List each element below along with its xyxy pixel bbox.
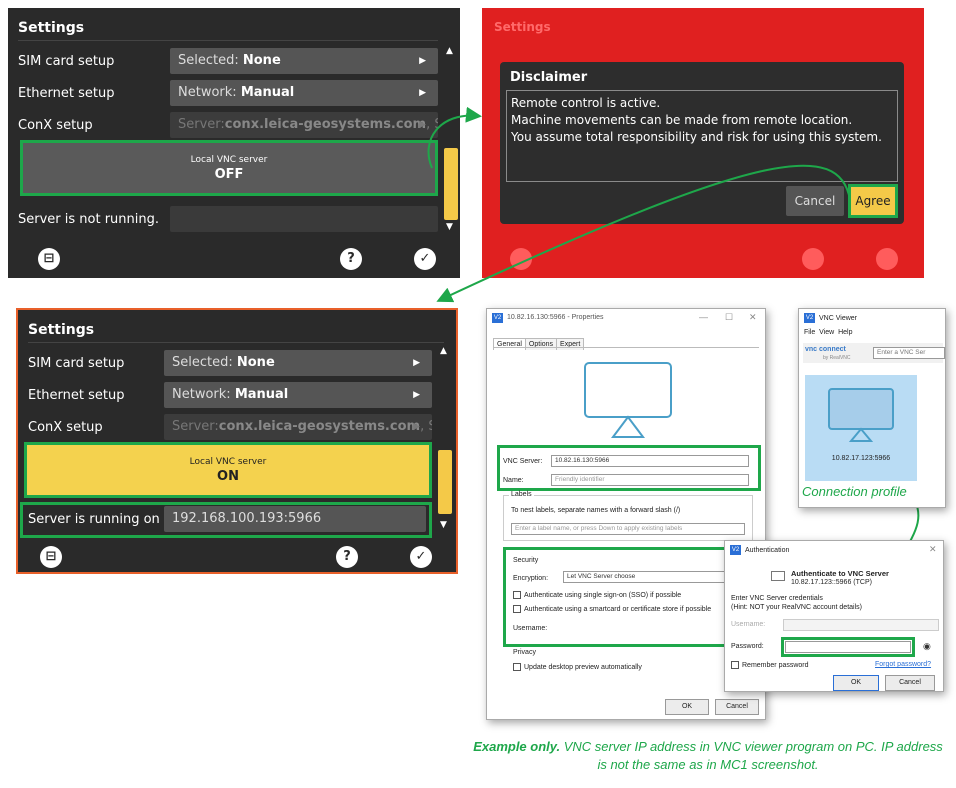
forgot-password-link[interactable]: Forgot password?	[875, 661, 931, 668]
auth-heading: Authenticate to VNC Server	[791, 569, 889, 578]
tab-divider	[493, 347, 759, 348]
security-heading: Security	[513, 557, 539, 564]
vnc-server-input[interactable]: 10.82.16.130:5966	[551, 455, 749, 467]
auth-hint: (Hint: NOT your RealVNC account details)	[731, 604, 862, 611]
password-input[interactable]	[785, 641, 911, 653]
minimize-icon[interactable]: —	[699, 312, 708, 322]
window-title: Authentication	[745, 547, 790, 554]
computer-icon	[771, 571, 785, 581]
show-password-icon[interactable]: ◉	[923, 641, 931, 652]
sso-checkbox[interactable]	[513, 591, 521, 599]
maximize-icon[interactable]: ☐	[725, 312, 733, 323]
privacy-heading: Privacy	[513, 649, 536, 656]
tab-general[interactable]: General	[493, 338, 526, 350]
preview-option[interactable]: Update desktop preview automatically	[513, 663, 642, 671]
tab-bar: General Options Expert	[493, 333, 585, 351]
monitor-icon	[828, 388, 894, 442]
labels-hint: To nest labels, separate names with a fo…	[511, 507, 681, 514]
remember-checkbox[interactable]	[731, 661, 739, 669]
remember-label: Remember password	[742, 661, 809, 669]
vnc-logo-icon: V2	[730, 545, 741, 555]
server-label: VNC Server:	[503, 458, 543, 465]
arrow-to-disclaimer	[427, 106, 482, 169]
username-input[interactable]	[783, 619, 939, 631]
auth-instructions: Enter VNC Server credentials	[731, 595, 823, 602]
ok-button[interactable]: OK	[665, 699, 709, 715]
tab-options[interactable]: Options	[524, 338, 558, 350]
monitor-icon	[584, 362, 672, 438]
window-title: 10.82.16.130:5966 - Properties	[507, 314, 604, 321]
menu-bar: File View Help	[804, 329, 853, 336]
vnc-logo-icon: V2	[492, 313, 503, 323]
preview-label: Update desktop preview automatically	[524, 663, 642, 671]
search-input[interactable]: Enter a VNC Ser	[873, 347, 945, 359]
arrow-to-panel-on	[436, 164, 851, 303]
sso-label: Authenticate using single sign-on (SSO) …	[524, 591, 682, 599]
brand-sub: by RealVNC	[823, 355, 851, 361]
cancel-button[interactable]: Cancel	[885, 675, 935, 691]
close-icon[interactable]: ✕	[749, 312, 757, 323]
username-label: Username:	[513, 625, 548, 632]
cancel-button[interactable]: Cancel	[715, 699, 759, 715]
window-title: VNC Viewer	[819, 315, 857, 322]
smartcard-label: Authenticate using a smartcard or certif…	[524, 605, 712, 613]
close-icon[interactable]: ✕	[929, 544, 937, 555]
connection-profile-card[interactable]: 10.82.17.123:5966	[805, 375, 917, 481]
encryption-select[interactable]: Let VNC Server choose	[563, 571, 729, 583]
smartcard-option[interactable]: Authenticate using a smartcard or certif…	[513, 605, 711, 613]
connection-profile-caption: Connection profile	[802, 484, 907, 499]
menu-view[interactable]: View	[819, 329, 834, 336]
name-label: Name:	[503, 477, 524, 484]
password-label: Password:	[731, 643, 764, 650]
menu-file[interactable]: File	[804, 329, 815, 336]
caption: Example only. VNC server IP address in V…	[470, 738, 946, 774]
ok-button[interactable]: OK	[833, 675, 879, 691]
caption-text: VNC server IP address in VNC viewer prog…	[560, 739, 943, 772]
auth-dialog: V2 Authentication ✕ Authenticate to VNC …	[724, 540, 944, 692]
tab-expert[interactable]: Expert	[556, 338, 585, 350]
profile-address: 10.82.17.123:5966	[831, 455, 891, 462]
caption-bold: Example only.	[473, 739, 561, 754]
auth-address: 10.82.17.123::5966 (TCP)	[791, 579, 872, 586]
vnc-logo-icon: V2	[804, 313, 815, 323]
labels-heading: Labels	[509, 491, 534, 498]
brand-logo: vnc connect	[805, 346, 846, 353]
username-label: Username:	[731, 621, 766, 628]
menu-help[interactable]: Help	[838, 329, 852, 336]
smartcard-checkbox[interactable]	[513, 605, 521, 613]
preview-checkbox[interactable]	[513, 663, 521, 671]
encryption-label: Encryption:	[513, 575, 549, 582]
name-input[interactable]: Friendly identifier	[551, 474, 749, 486]
remember-option[interactable]: Remember password	[731, 661, 809, 669]
vnc-viewer-window: V2 VNC Viewer File View Help vnc connect…	[798, 308, 946, 508]
sso-option[interactable]: Authenticate using single sign-on (SSO) …	[513, 591, 681, 599]
labels-input[interactable]: Enter a label name, or press Down to app…	[511, 523, 745, 535]
